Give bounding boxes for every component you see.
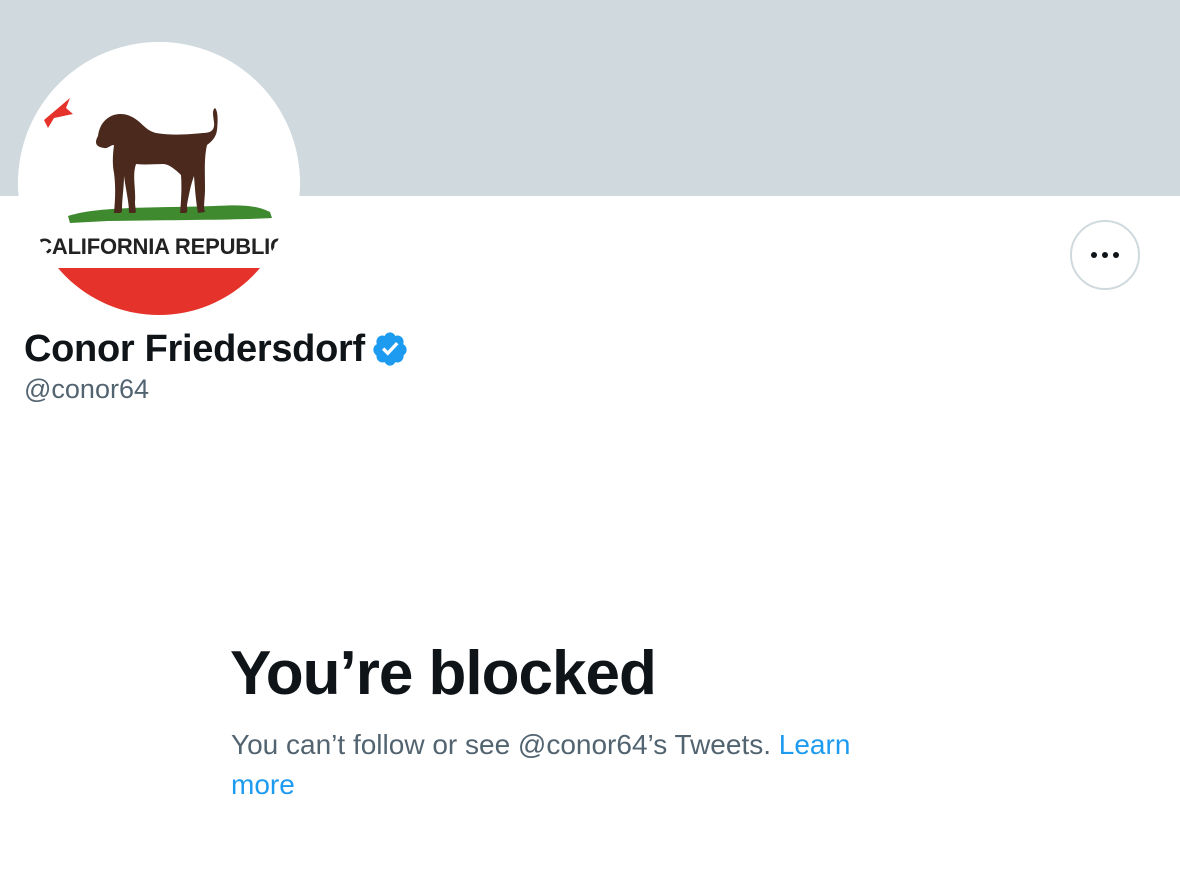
profile-avatar[interactable]: CALIFORNIA REPUBLIC [18,42,300,324]
more-options-button[interactable] [1070,220,1140,290]
profile-handle: @conor64 [24,374,149,404]
blocked-message-text: You can’t follow or see @conor64’s Tweet… [231,729,771,760]
verified-badge-icon [373,332,407,366]
display-name: Conor Friedersdorf [24,327,365,370]
more-horizontal-icon [1091,252,1119,258]
blocked-message: You can’t follow or see @conor64’s Tweet… [231,725,921,805]
display-name-row: Conor Friedersdorf [24,324,409,374]
california-flag-avatar-image: CALIFORNIA REPUBLIC [18,42,300,324]
blocked-title: You’re blocked [230,639,657,708]
avatar-flag-text: CALIFORNIA REPUBLIC [36,234,286,259]
profile-page: CALIFORNIA REPUBLIC Conor Friedersdorf @… [0,0,1180,874]
